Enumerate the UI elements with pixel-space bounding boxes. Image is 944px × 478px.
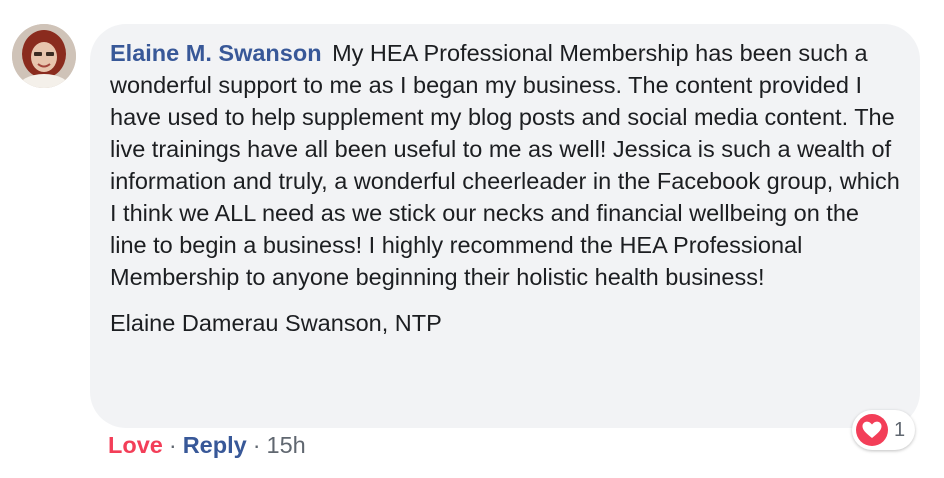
avatar-image bbox=[12, 24, 76, 88]
timestamp-link[interactable]: 15h bbox=[267, 432, 306, 458]
comment-actions: Love · Reply · 15h bbox=[108, 429, 306, 461]
separator: · bbox=[252, 432, 261, 458]
comment-text: My HEA Professional Membership has been … bbox=[110, 40, 900, 290]
reaction-count: 1 bbox=[894, 418, 906, 441]
comment-body: Elaine M. Swanson My HEA Professional Me… bbox=[110, 37, 900, 293]
love-button[interactable]: Love bbox=[108, 432, 163, 458]
reaction-summary[interactable]: 1 bbox=[852, 410, 916, 450]
heart-icon bbox=[856, 414, 888, 446]
comment-signature: Elaine Damerau Swanson, NTP bbox=[110, 310, 442, 336]
reply-button[interactable]: Reply bbox=[183, 432, 247, 458]
separator: · bbox=[168, 432, 177, 458]
comment: Elaine M. Swanson My HEA Professional Me… bbox=[0, 0, 944, 478]
avatar[interactable] bbox=[12, 24, 76, 88]
comment-bubble: Elaine M. Swanson My HEA Professional Me… bbox=[90, 24, 920, 428]
author-name-link[interactable]: Elaine M. Swanson bbox=[110, 40, 322, 66]
